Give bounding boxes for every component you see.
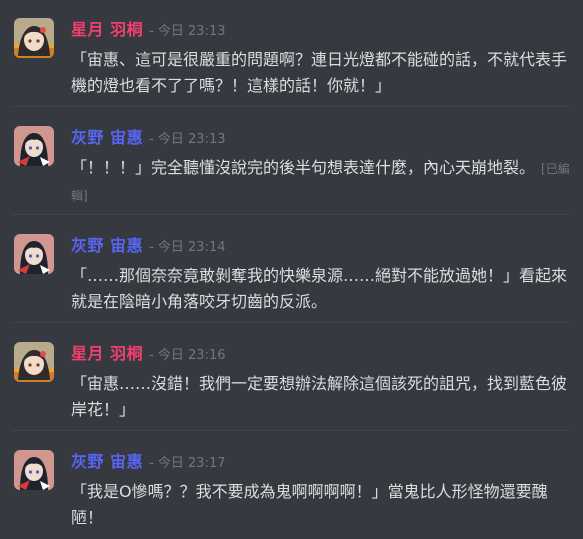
chat-message: 灰野 宙惠 - 今日 23:17 「我是O慘嗎？？我不要成為鬼啊啊啊啊！」當鬼比人… — [0, 432, 583, 537]
chat-message: 星月 羽桐 - 今日 23:16 「宙惠……沒錯！我們一定要想辦法解除這個該死的詛… — [0, 324, 583, 429]
message-divider — [12, 106, 571, 107]
message-divider — [12, 430, 571, 431]
message-header: 灰野 宙惠 - 今日 23:13 — [71, 128, 226, 148]
message-header: 星月 羽桐 - 今日 23:13 — [71, 20, 226, 40]
chat-log: 星月 羽桐 - 今日 23:13 「宙惠、這可是很嚴重的問題啊？連日光燈都不能碰的… — [0, 0, 583, 539]
message-divider — [12, 322, 571, 323]
message-header: 星月 羽桐 - 今日 23:16 — [71, 344, 226, 364]
haino-avatar[interactable] — [14, 126, 54, 166]
message-header: 灰野 宙惠 - 今日 23:17 — [71, 452, 226, 472]
chat-message: 灰野 宙惠 - 今日 23:13 「！！！」完全聽懂沒說完的後半句想表達什麼，內心… — [0, 108, 583, 213]
message-body: 「宙惠、這可是很嚴重的問題啊？連日光燈都不能碰的話，不就代表手機的燈也看不了了嗎… — [71, 50, 568, 95]
timestamp: - 今日 23:13 — [149, 132, 226, 147]
timestamp: - 今日 23:17 — [149, 456, 226, 471]
author-name[interactable]: 星月 羽桐 — [71, 344, 143, 363]
author-name[interactable]: 灰野 宙惠 — [71, 452, 143, 471]
hoshizuki-avatar[interactable] — [14, 342, 54, 382]
message-header: 灰野 宙惠 - 今日 23:14 — [71, 236, 226, 256]
author-name[interactable]: 灰野 宙惠 — [71, 236, 143, 255]
message-body: 「！！！」完全聽懂沒說完的後半句想表達什麼，內心天崩地裂。 — [71, 158, 536, 177]
chat-message: 星月 羽桐 - 今日 23:13 「宙惠、這可是很嚴重的問題啊？連日光燈都不能碰的… — [0, 0, 583, 105]
message-text: 「！！！」完全聽懂沒說完的後半句想表達什麼，內心天崩地裂。 [已編輯] — [71, 155, 571, 209]
hoshizuki-avatar[interactable] — [14, 18, 54, 58]
author-name[interactable]: 星月 羽桐 — [71, 20, 143, 39]
timestamp: - 今日 23:13 — [149, 24, 226, 39]
message-body: 「我是O慘嗎？？我不要成為鬼啊啊啊啊！」當鬼比人形怪物還要醜陋！ — [71, 482, 548, 527]
timestamp: - 今日 23:16 — [149, 348, 226, 363]
message-text: 「宙惠、這可是很嚴重的問題啊？連日光燈都不能碰的話，不就代表手機的燈也看不了了嗎… — [71, 47, 571, 99]
author-name[interactable]: 灰野 宙惠 — [71, 128, 143, 147]
message-body: 「……那個奈奈竟敢剝奪我的快樂泉源……絕對不能放過她！」看起來就是在陰暗小角落咬… — [71, 266, 568, 311]
message-body: 「宙惠……沒錯！我們一定要想辦法解除這個該死的詛咒，找到藍色彼岸花！」 — [71, 374, 568, 419]
message-text: 「……那個奈奈竟敢剝奪我的快樂泉源……絕對不能放過她！」看起來就是在陰暗小角落咬… — [71, 263, 571, 315]
message-text: 「我是O慘嗎？？我不要成為鬼啊啊啊啊！」當鬼比人形怪物還要醜陋！ — [71, 479, 571, 531]
message-divider — [12, 214, 571, 215]
chat-message: 灰野 宙惠 - 今日 23:14 「……那個奈奈竟敢剝奪我的快樂泉源……絕對不能放… — [0, 216, 583, 321]
message-text: 「宙惠……沒錯！我們一定要想辦法解除這個該死的詛咒，找到藍色彼岸花！」 — [71, 371, 571, 423]
haino-avatar[interactable] — [14, 234, 54, 274]
haino-avatar[interactable] — [14, 450, 54, 490]
timestamp: - 今日 23:14 — [149, 240, 226, 255]
